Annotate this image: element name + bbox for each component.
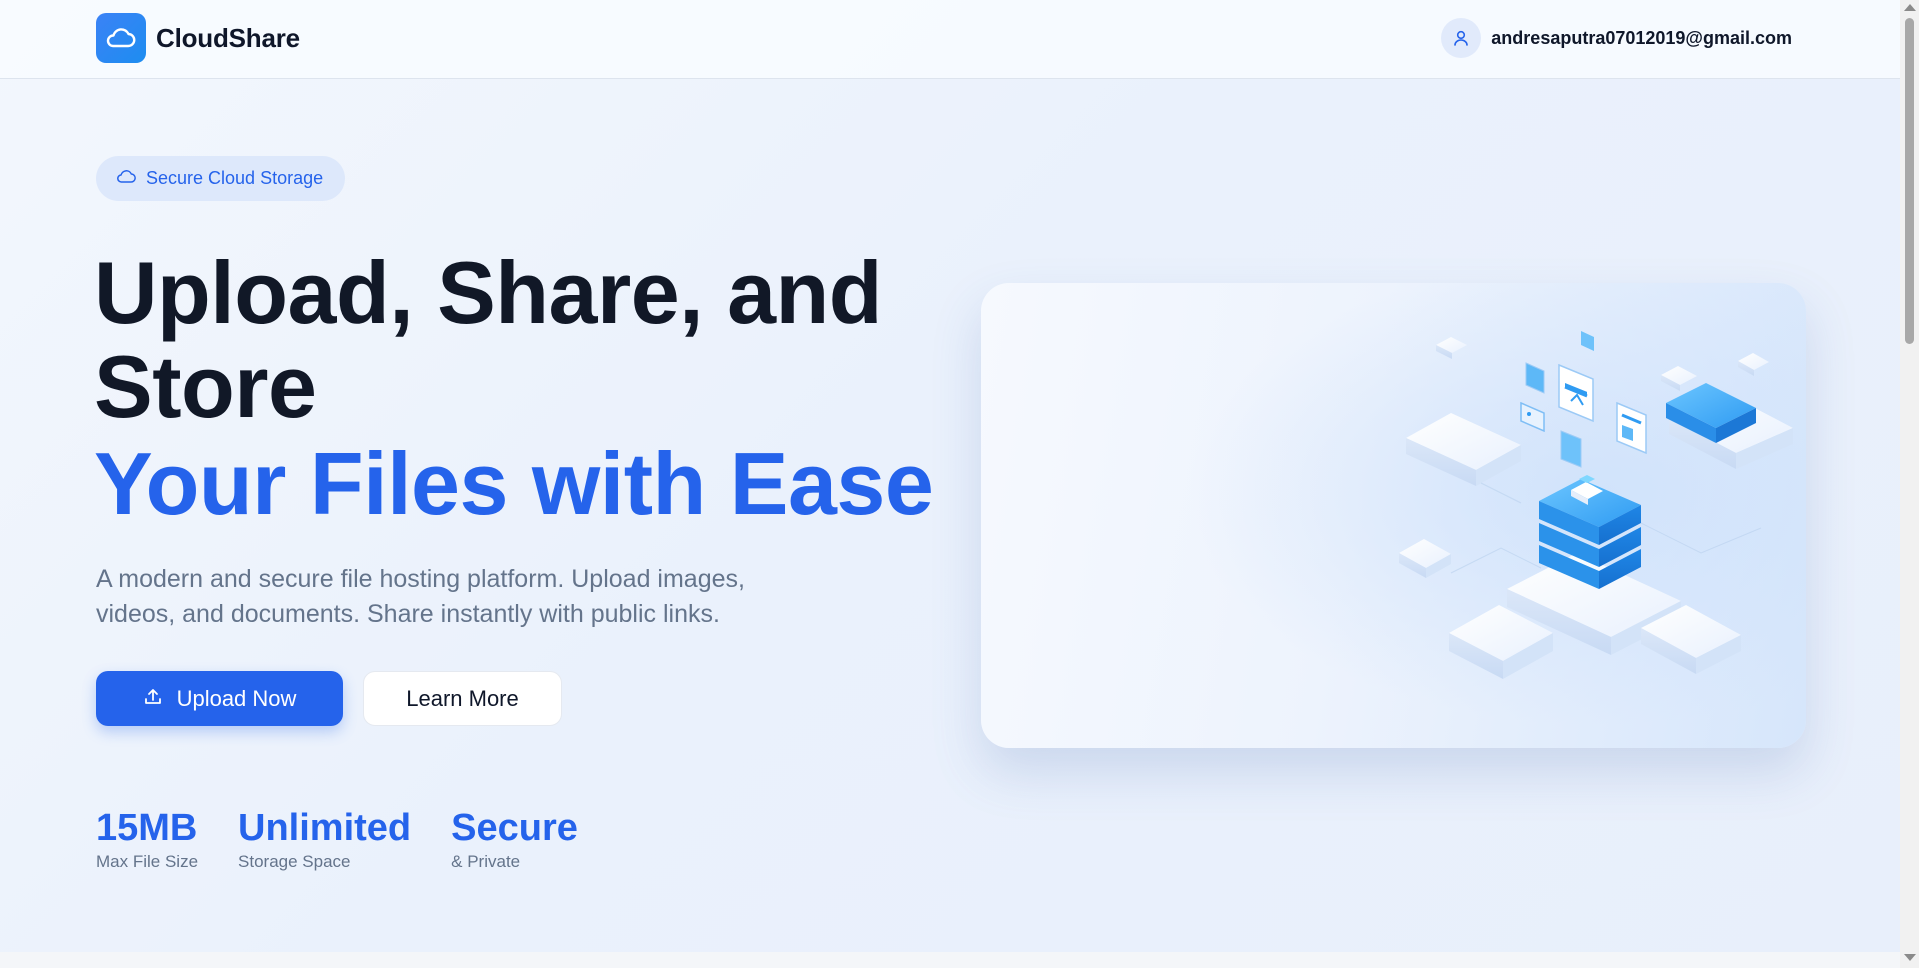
bottom-strip [0, 952, 1900, 968]
stat-value: 15MB [96, 807, 198, 849]
secure-storage-badge: Secure Cloud Storage [96, 156, 346, 201]
description-line-1: A modern and secure file hosting platfor… [96, 565, 745, 593]
cloud-icon [116, 169, 136, 189]
stat-security: Secure & Private [451, 806, 578, 872]
stat-storage-space: Unlimited Storage Space [238, 806, 411, 872]
hero-illustration [981, 283, 1806, 748]
stat-max-file-size: 15MB Max File Size [96, 806, 198, 872]
hero-stats: 15MB Max File Size Unlimited Storage Spa… [96, 806, 618, 872]
badge-label: Secure Cloud Storage [146, 168, 324, 188]
vertical-scrollbar[interactable] [1900, 0, 1919, 968]
upload-icon [143, 687, 163, 710]
learn-more-button[interactable]: Learn More [363, 671, 562, 726]
scroll-down-arrow-icon[interactable] [1904, 954, 1916, 961]
cloud-icon [96, 13, 146, 63]
stat-label: Max File Size [96, 852, 199, 871]
user-menu[interactable]: andresaputra07012019@gmail.com [1441, 18, 1792, 58]
headline-highlight: Your Files with Ease [94, 434, 934, 533]
isometric-cloud-storage-illustration [981, 283, 1806, 748]
stat-value: Unlimited [238, 807, 412, 849]
top-navbar: CloudShare andresaputra07012019@gmail.co… [0, 0, 1900, 79]
upload-now-label: Upload Now [176, 685, 297, 711]
stat-value: Secure [451, 807, 578, 849]
stat-label: & Private [451, 852, 521, 871]
brand-name: CloudShare [156, 22, 300, 53]
brand-logo[interactable]: CloudShare [96, 13, 300, 63]
hero-description: A modern and secure file hosting platfor… [96, 562, 796, 632]
stat-label: Storage Space [238, 852, 351, 871]
page: CloudShare andresaputra07012019@gmail.co… [0, 0, 1900, 952]
scroll-up-arrow-icon[interactable] [1904, 4, 1916, 11]
description-line-2: videos, and documents. Share instantly w… [96, 600, 720, 628]
headline-line-2: Store [94, 337, 317, 436]
user-email: andresaputra07012019@gmail.com [1491, 27, 1792, 48]
hero-headline: Upload, Share, and Store Your Files with… [94, 246, 994, 534]
scrollbar-thumb[interactable] [1905, 18, 1914, 344]
user-icon [1441, 18, 1482, 58]
headline-line-1: Upload, Share, and [94, 243, 883, 342]
upload-now-button[interactable]: Upload Now [96, 671, 343, 726]
